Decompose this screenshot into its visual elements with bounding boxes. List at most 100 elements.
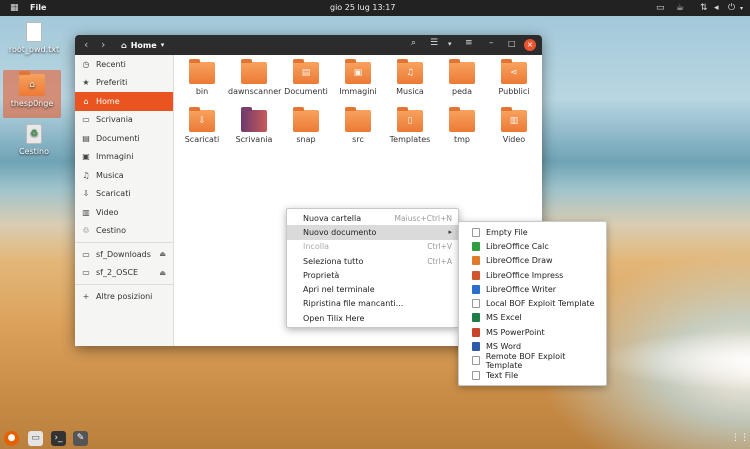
code-editor-icon[interactable]: ✎: [73, 431, 88, 446]
app-menu-label[interactable]: File: [30, 3, 46, 12]
sidebar-item-label: Scrivania: [96, 115, 133, 125]
menu-icon[interactable]: ≡: [465, 38, 473, 48]
text-file-icon: [26, 22, 42, 42]
folder-item[interactable]: ▣ Immagini: [332, 59, 384, 96]
submenu-item-label: Local BOF Exploit Template: [486, 299, 595, 309]
sidebar-item-musica[interactable]: ♫ Musica: [75, 166, 173, 185]
sidebar-item-documenti[interactable]: ▤ Documenti: [75, 129, 173, 148]
folder-item[interactable]: ▤ Documenti: [280, 59, 332, 96]
folder-item[interactable]: bin: [176, 59, 228, 96]
submenu-item-text-file[interactable]: Text File: [459, 368, 606, 382]
submenu-item-ms-powerpoint[interactable]: MS PowerPoint: [459, 325, 606, 339]
menu-item-new-document[interactable]: Nuovo documento ▸: [287, 225, 458, 240]
home-folder-icon: ⌂: [19, 71, 45, 96]
folder-icon: [293, 107, 319, 132]
desktop-icon-label: root_pwd.txt: [8, 45, 60, 54]
files-icon[interactable]: ▭: [28, 431, 43, 446]
sidebar-item-video[interactable]: ▥ Video: [75, 203, 173, 222]
screen-icon[interactable]: ▭: [656, 3, 665, 13]
folder-item[interactable]: dawnscanner: [228, 59, 281, 96]
view-options-chevron-icon[interactable]: ▾: [448, 40, 452, 48]
sidebar-item-label: Documenti: [96, 133, 140, 143]
power-icon[interactable]: ⏻: [728, 3, 735, 13]
list-view-icon[interactable]: ☰: [430, 38, 438, 48]
eject-icon[interactable]: ⏏: [159, 269, 166, 277]
sidebar-item-label: Recenti: [96, 59, 126, 69]
folder-item[interactable]: ⋖ Pubblici: [488, 59, 540, 96]
clock[interactable]: gio 25 lug 13:17: [330, 3, 395, 12]
sidebar-item-scrivania[interactable]: ▭ Scrivania: [75, 111, 173, 130]
sidebar-item-label: Scaricati: [96, 189, 131, 199]
sidebar-item-sf-2-osce[interactable]: ▭ sf_2_OSCE ⏏: [75, 264, 173, 283]
submenu-item-label: LibreOffice Impress: [486, 270, 564, 280]
desktop-trash[interactable]: ♻ Cestino: [5, 124, 63, 156]
submenu-item-local-bof[interactable]: Local BOF Exploit Template: [459, 296, 606, 310]
menu-item-properties[interactable]: Proprietà: [287, 268, 458, 282]
folder-item[interactable]: snap: [280, 107, 332, 144]
firefox-icon[interactable]: ●: [4, 431, 19, 446]
terminal-icon[interactable]: ›_: [51, 431, 66, 446]
submenu-item-lo-writer[interactable]: LibreOffice Writer: [459, 282, 606, 296]
desktop-folder-home[interactable]: ⌂ thesp0nge: [3, 70, 61, 118]
submenu-item-label: MS Word: [486, 342, 522, 352]
forward-icon[interactable]: ›: [101, 38, 105, 51]
search-icon[interactable]: ⌕: [411, 38, 416, 48]
submenu-item-lo-draw[interactable]: LibreOffice Draw: [459, 254, 606, 268]
folder-item[interactable]: src: [332, 107, 384, 144]
cup-icon[interactable]: ☕: [676, 3, 684, 13]
eject-icon[interactable]: ⏏: [159, 250, 166, 258]
submenu-item-lo-calc[interactable]: LibreOffice Calc: [459, 239, 606, 253]
sidebar-item-scaricati[interactable]: ⇩ Scaricati: [75, 185, 173, 204]
submenu-item-remote-bof[interactable]: Remote BOF Exploit Template: [459, 352, 606, 370]
menu-item-open-terminal[interactable]: Apri nel terminale: [287, 282, 458, 296]
network-icon[interactable]: ⇅: [700, 3, 708, 13]
folder-item[interactable]: tmp: [436, 107, 488, 144]
sidebar-separator: [75, 242, 173, 243]
folder-item[interactable]: ⇩ Scaricati: [176, 107, 228, 144]
folder-item[interactable]: Scrivania: [228, 107, 280, 144]
header-bar: ‹ › ⌂ Home ▾ ⌕ ☰ ▾ ≡ – □ ×: [75, 35, 542, 55]
show-apps-icon[interactable]: ⋮⋮: [731, 431, 749, 446]
activities-grid-icon[interactable]: ▦: [10, 3, 19, 13]
menu-item-restore-missing[interactable]: Ripristina file mancanti...: [287, 297, 458, 311]
volume-icon[interactable]: ◂: [714, 3, 719, 13]
submenu-item-ms-excel[interactable]: MS Excel: [459, 311, 606, 325]
menu-item-new-folder[interactable]: Nuova cartella Maiusc+Ctrl+N: [287, 211, 458, 225]
excel-icon: [472, 313, 480, 323]
submenu-item-lo-impress[interactable]: LibreOffice Impress: [459, 268, 606, 282]
menu-item-open-tilix[interactable]: Open Tilix Here: [287, 311, 458, 325]
sidebar-item-immagini[interactable]: ▣ Immagini: [75, 148, 173, 167]
sidebar-item-preferiti[interactable]: ★ Preferiti: [75, 74, 173, 93]
folder-label: src: [352, 135, 364, 144]
close-icon[interactable]: ×: [524, 39, 536, 51]
trash-icon: ♻: [26, 124, 42, 144]
drive-icon: ▭: [82, 249, 90, 259]
sidebar-item-altre-posizioni[interactable]: + Altre posizioni: [75, 287, 173, 306]
sidebar-item-home[interactable]: ⌂ Home: [75, 92, 173, 111]
menu-item-select-all[interactable]: Seleziona tutto Ctrl+A: [287, 254, 458, 268]
folder-label: snap: [296, 135, 316, 144]
back-icon[interactable]: ‹: [84, 38, 88, 51]
chevron-down-icon: ▾: [160, 41, 165, 49]
maximize-icon[interactable]: □: [508, 39, 516, 48]
desktop-file-root-pwd[interactable]: root_pwd.txt: [5, 22, 63, 54]
system-menu-arrow-icon[interactable]: ▾: [740, 5, 743, 12]
home-icon: ⌂: [121, 40, 127, 50]
sidebar-item-cestino[interactable]: ♲ Cestino: [75, 222, 173, 241]
menu-item-label: Apri nel terminale: [303, 285, 375, 295]
submenu-item-empty-file[interactable]: Empty File: [459, 225, 606, 239]
folder-item[interactable]: ▥ Video: [488, 107, 540, 144]
menu-item-paste[interactable]: Incolla Ctrl+V: [287, 240, 458, 254]
sidebar-item-label: Video: [96, 207, 119, 217]
clock-icon: ◷: [82, 59, 90, 69]
menu-item-label: Seleziona tutto: [303, 256, 364, 266]
sidebar-item-sf-downloads[interactable]: ▭ sf_Downloads ⏏: [75, 245, 173, 264]
context-menu: Nuova cartella Maiusc+Ctrl+N Nuovo docume…: [286, 208, 459, 329]
sidebar-item-recenti[interactable]: ◷ Recenti: [75, 55, 173, 74]
sidebar-item-label: Musica: [96, 170, 124, 180]
folder-item[interactable]: ▯ Templates: [384, 107, 436, 144]
location-button[interactable]: ⌂ Home ▾: [115, 38, 170, 52]
folder-item[interactable]: ♫ Musica: [384, 59, 436, 96]
minimize-icon[interactable]: –: [489, 38, 494, 48]
folder-item[interactable]: peda: [436, 59, 488, 96]
